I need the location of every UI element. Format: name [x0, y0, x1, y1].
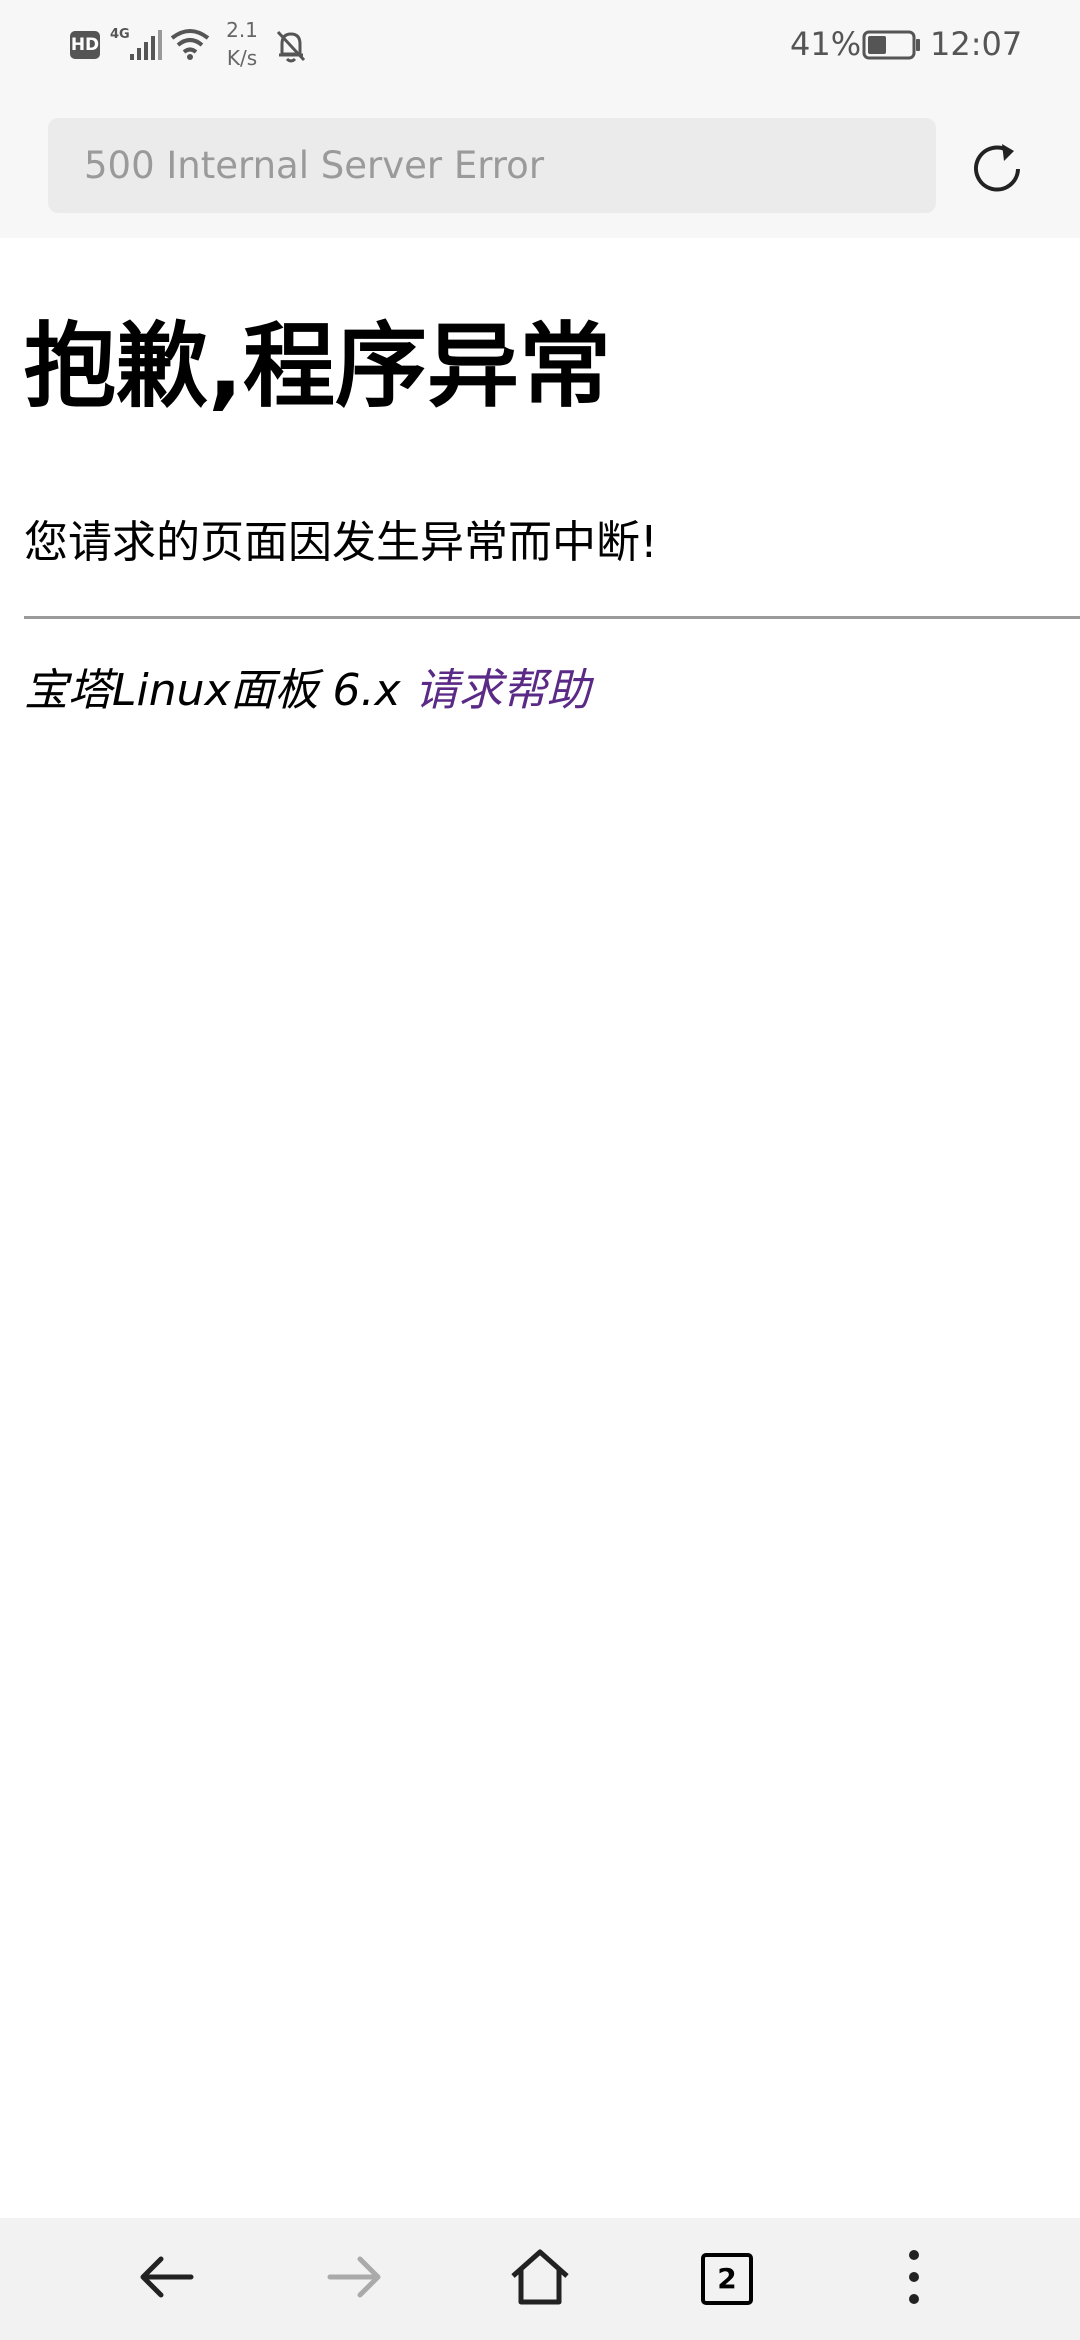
- battery-percent: 41%: [790, 25, 862, 63]
- server-signature: 宝塔Linux面板 6.x 请求帮助: [24, 654, 591, 718]
- hd-badge: HD: [70, 31, 100, 59]
- panel-version-text: 宝塔Linux面板 6.x: [24, 665, 401, 716]
- address-bar: 500 Internal Server Error: [0, 94, 1080, 238]
- status-bar: HD 4G 2.1 K/s 41% 12:07: [0, 0, 1080, 94]
- reload-button[interactable]: [962, 134, 1032, 204]
- tabs-button[interactable]: 2: [667, 2218, 787, 2340]
- battery-icon: [862, 30, 922, 64]
- menu-button[interactable]: [854, 2218, 974, 2340]
- tabs-icon: 2: [701, 2253, 753, 2305]
- horizontal-rule: [24, 616, 1080, 619]
- web-page-content: 抱歉,程序异常 您请求的页面因发生异常而中断! 宝塔Linux面板 6.x 请求帮…: [0, 238, 1080, 2218]
- reload-icon: [962, 144, 1032, 208]
- forward-button[interactable]: [294, 2218, 414, 2340]
- network-type-label: 4G: [110, 27, 130, 42]
- bottom-nav: 2: [0, 2218, 1080, 2340]
- error-title: 抱歉,程序异常: [24, 313, 611, 420]
- back-arrow-icon: [137, 2252, 197, 2306]
- error-message: 您请求的页面因发生异常而中断!: [24, 517, 658, 568]
- network-speed-value: 2.1: [226, 18, 258, 42]
- wifi-icon: [170, 28, 210, 64]
- more-vertical-icon: [904, 2247, 924, 2311]
- network-speed-unit: K/s: [226, 46, 258, 70]
- signal-icon: 4G: [110, 26, 164, 66]
- forward-arrow-icon: [324, 2252, 384, 2306]
- request-help-link[interactable]: 请求帮助: [415, 665, 591, 716]
- back-button[interactable]: [107, 2218, 227, 2340]
- bell-off-icon: [274, 28, 308, 68]
- clock: 12:07: [930, 25, 1023, 63]
- home-icon: [509, 2248, 571, 2310]
- url-field[interactable]: 500 Internal Server Error: [48, 118, 936, 213]
- home-button[interactable]: [480, 2218, 600, 2340]
- network-speed: 2.1 K/s: [222, 16, 262, 72]
